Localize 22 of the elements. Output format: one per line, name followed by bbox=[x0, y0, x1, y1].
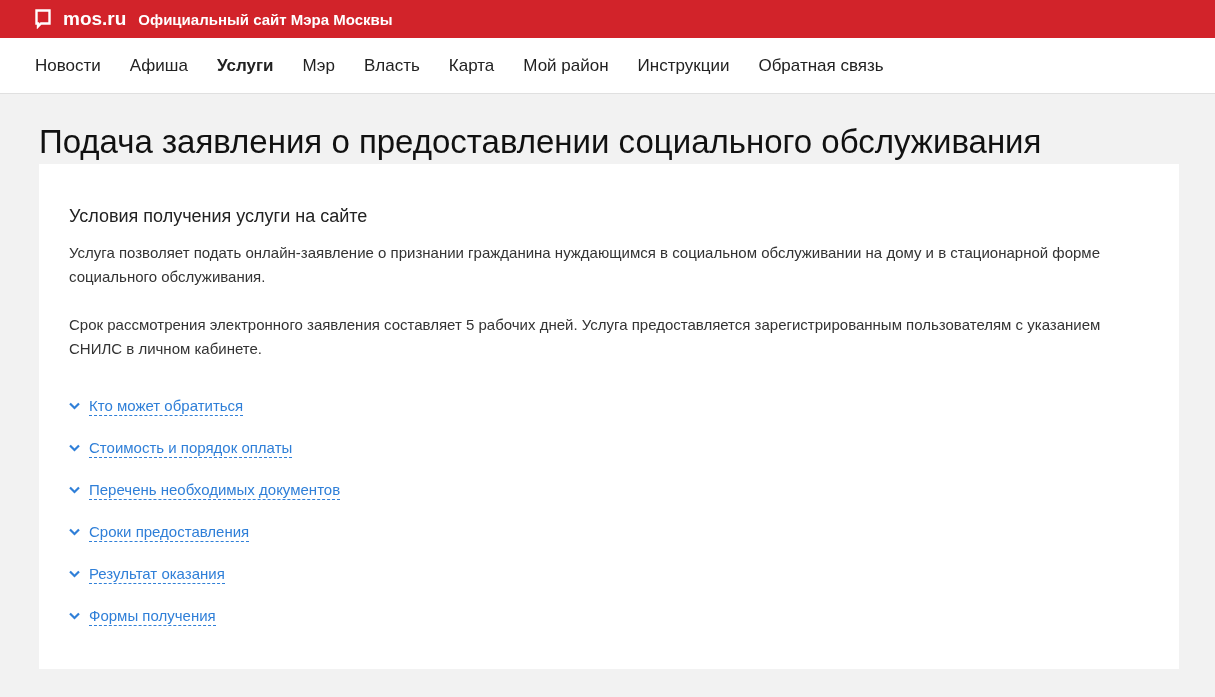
accordion-link[interactable]: Перечень необходимых документов bbox=[89, 480, 341, 500]
paragraph: Услуга позволяет подать онлайн-заявление о признании гражданина нуждающимся в социальном обслуживании на дому и в стационарной форме социального обслуживания. bbox=[69, 243, 1101, 287]
nav-link[interactable]: Услуги bbox=[216, 55, 274, 76]
accordion-link[interactable]: Кто может обратиться bbox=[89, 396, 244, 416]
nav-link[interactable]: Мой район bbox=[523, 55, 609, 76]
nav-link[interactable]: Инструкции bbox=[637, 55, 730, 76]
nav-link[interactable]: Власть bbox=[363, 55, 420, 76]
site-tagline: Официальный сайт Мэра Москвы bbox=[138, 10, 393, 28]
accordion-link[interactable]: Результат оказания bbox=[89, 564, 225, 584]
nav-link[interactable]: Мэр bbox=[302, 55, 335, 76]
accordion-link[interactable]: Сроки предоставления bbox=[89, 522, 250, 542]
site-logo[interactable]: mos.ru bbox=[63, 8, 127, 30]
accordion-link[interactable]: Стоимость и порядок оплаты bbox=[89, 438, 293, 458]
paragraph: Срок рассмотрения электронного заявления составляет 5 рабочих дней. Услуга предоставляется зарегистрированным пользователям с указанием СНИЛС в личном кабинете. bbox=[69, 315, 1102, 359]
accordion-link[interactable]: Формы получения bbox=[89, 606, 216, 626]
nav-link[interactable]: Новости bbox=[35, 55, 101, 76]
nav-link[interactable]: Карта bbox=[448, 55, 495, 76]
nav-link[interactable]: Обратная связь bbox=[758, 55, 884, 76]
page-title: Подача заявления о предоставлении социального обслуживания bbox=[39, 122, 1043, 162]
section-heading: Условия получения услуги на сайте bbox=[69, 206, 369, 227]
nav-link[interactable]: Афиша bbox=[129, 55, 188, 76]
speech-bubble-icon bbox=[35, 9, 51, 29]
